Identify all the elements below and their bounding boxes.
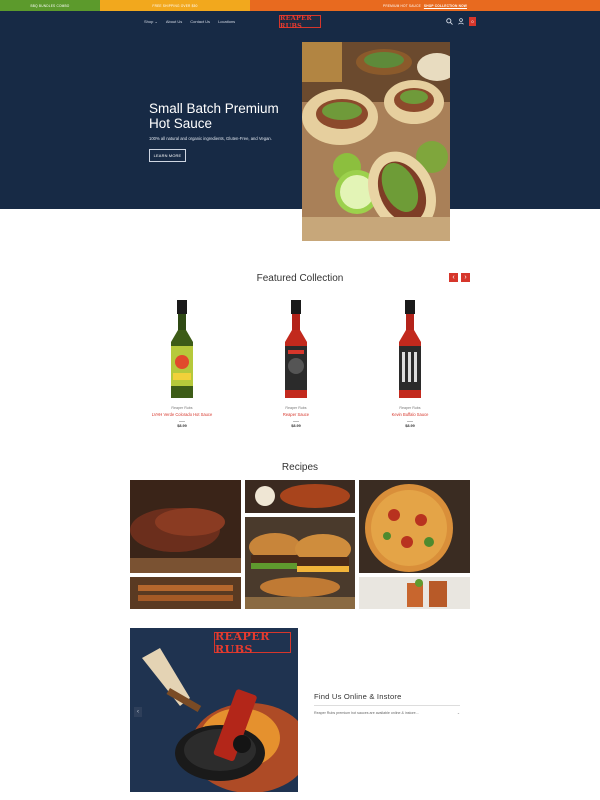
product-name[interactable]: LVHH Verde Colorado Hot Sauce [142,412,222,417]
product-card[interactable]: Reaper Rubs LVHH Verde Colorado Hot Sauc… [142,300,222,428]
shop-collection-link[interactable]: Shop Collection Now [424,4,467,8]
find-us-title: Find Us Online & Instore [314,692,402,701]
hero-subtitle: 100% all natural and organic ingredients… [149,136,272,141]
find-us-text: Reaper Rubs premium hot sauces are avail… [314,711,419,715]
header-icons: 0 [446,17,476,26]
recipe-wings-image[interactable] [245,480,355,513]
promo-banner: REAPER RUBS [130,628,298,792]
recipe-pizza-image[interactable] [359,480,470,573]
announcement-shipping[interactable]: Free Shipping over $50 [100,0,250,11]
recipe-drinks-image[interactable] [359,577,470,609]
announcement-premium-text: Premium Hot Sauce [383,3,421,8]
cart-button[interactable]: 0 [469,17,476,26]
hot-sauce-bottle-image [285,300,307,398]
product-name[interactable]: Reaper Sauce [256,412,336,417]
product-brand: Reaper Rubs [285,406,307,410]
recipe-steak-image[interactable] [130,480,241,573]
recipe-skewers-image[interactable] [130,577,241,609]
account-icon[interactable] [458,18,464,25]
learn-more-button[interactable]: LEARN MORE [149,149,186,162]
promo-logo: REAPER RUBS [214,630,291,656]
product-price: $8.99 [177,424,187,428]
product-brand: Reaper Rubs [399,406,421,410]
hero-title: Small Batch Premium Hot Sauce [149,101,279,131]
carousel-prev-button[interactable]: ‹ [449,273,458,282]
nav-contact[interactable]: Contact Us [190,19,210,24]
product-card[interactable]: Reaper Rubs Kevin Buffalo Sauce $8.99 [370,300,450,428]
announcement-bbq[interactable]: BBQ Bundles Combo [0,0,100,11]
product-card[interactable]: Reaper Rubs Reaper Sauce $8.99 [256,300,336,428]
announcement-bar: BBQ Bundles Combo Free Shipping over $50… [0,0,600,11]
search-icon[interactable] [446,18,453,25]
product-brand: Reaper Rubs [171,406,193,410]
hot-sauce-bottle-image [171,300,193,398]
divider [407,421,413,422]
divider [293,421,299,422]
nav-shop[interactable]: Shop ⌄ [144,19,158,24]
cart-count: 0 [471,19,474,24]
carousel-next-button[interactable]: › [461,273,470,282]
site-logo[interactable]: REAPER RUBS [279,14,321,30]
recipes-title: Recipes [281,462,319,473]
announcement-premium: Premium Hot Sauce Shop Collection Now [250,0,600,11]
nav-about[interactable]: About Us [166,19,182,24]
hero-section [0,11,600,209]
chevron-down-icon: ⌄ [456,711,460,715]
recipe-burgers-image[interactable] [245,517,355,609]
product-price: $8.99 [291,424,301,428]
product-name[interactable]: Kevin Buffalo Sauce [370,412,450,417]
divider [179,421,185,422]
nav-locations[interactable]: Locations [218,19,235,24]
featured-collection-title: Featured Collection [256,273,344,284]
divider [314,705,460,706]
main-nav: Shop ⌄ About Us Contact Us Locations [144,19,235,24]
find-us-panel: Find Us Online & Instore Reaper Rubs pre… [314,692,460,715]
hero-tacos-image [302,42,450,241]
product-price: $8.99 [405,424,415,428]
featured-carousel-controls: ‹ › [449,273,470,282]
find-us-accordion[interactable]: Reaper Rubs premium hot sauces are avail… [314,711,460,715]
promo-prev-button[interactable]: ‹ [134,707,142,717]
hot-sauce-bottle-image [399,300,421,398]
